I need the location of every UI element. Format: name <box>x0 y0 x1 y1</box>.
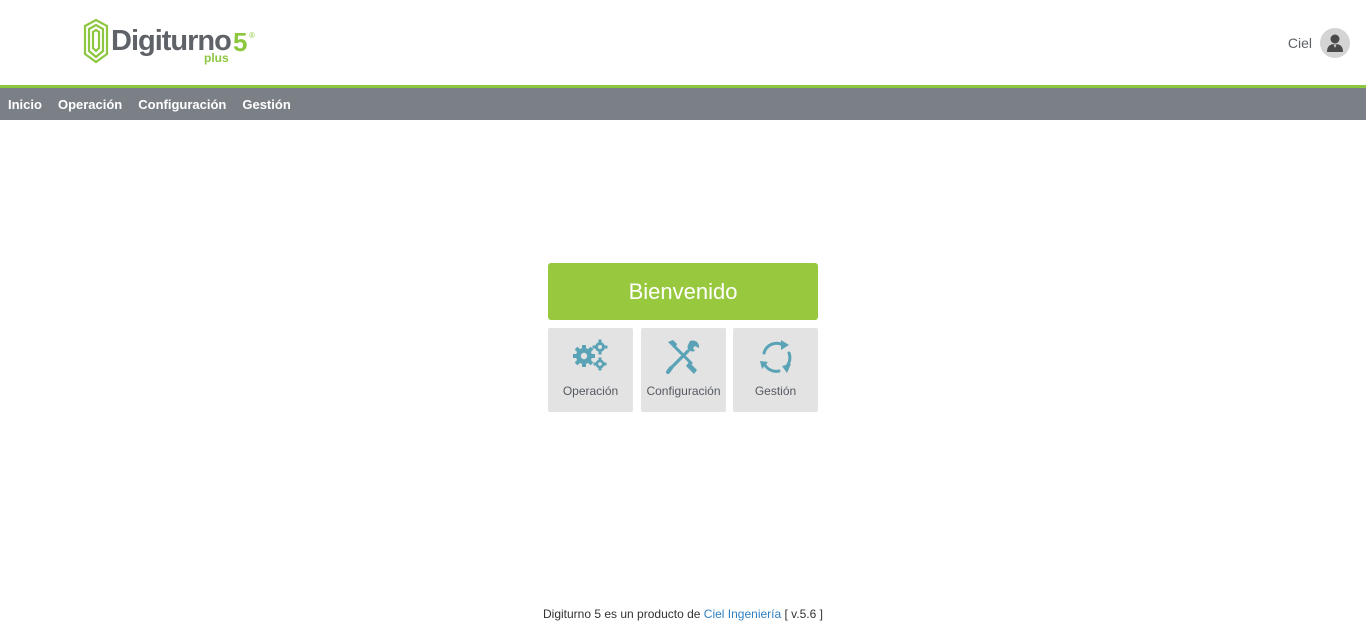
main-navigation: Inicio Operación Configuración Gestión <box>0 85 1366 120</box>
logo-registered: ® <box>249 31 255 40</box>
footer-version: [ v.5.6 ] <box>784 607 823 621</box>
nav-item-configuracion[interactable]: Configuración <box>138 97 226 112</box>
user-name[interactable]: Ciel <box>1288 35 1312 51</box>
tile-configuracion[interactable]: Configuración <box>641 328 726 412</box>
logo-mark-icon <box>83 18 109 64</box>
tile-label: Configuración <box>646 384 721 398</box>
logo-version: 5 <box>233 27 248 57</box>
avatar[interactable] <box>1320 28 1350 58</box>
module-tiles: Operación Configuración Gestión <box>548 328 818 412</box>
digiturno-logo[interactable]: Digiturno 5 ® plus <box>82 18 262 68</box>
user-menu[interactable]: Ciel <box>1288 27 1350 59</box>
nav-item-inicio[interactable]: Inicio <box>8 97 42 112</box>
header: Digiturno 5 ® plus Ciel <box>0 0 1366 85</box>
nav-item-operacion[interactable]: Operación <box>58 97 122 112</box>
welcome-banner: Bienvenido <box>548 263 818 320</box>
tile-operacion[interactable]: Operación <box>548 328 633 412</box>
footer-company-link[interactable]: Ciel Ingeniería <box>704 607 781 621</box>
footer-text: Digiturno 5 es un producto de <box>543 607 701 621</box>
tools-icon <box>665 340 699 374</box>
footer: Digiturno 5 es un producto de Ciel Ingen… <box>0 607 1366 621</box>
nav-item-gestion[interactable]: Gestión <box>242 97 290 112</box>
tile-label: Gestión <box>754 384 797 398</box>
refresh-icon <box>759 340 791 373</box>
gears-icon <box>572 339 607 371</box>
tile-label: Operación <box>562 384 619 398</box>
tile-gestion[interactable]: Gestión <box>733 328 818 412</box>
user-icon <box>1327 34 1343 52</box>
logo-edition: plus <box>204 51 229 65</box>
